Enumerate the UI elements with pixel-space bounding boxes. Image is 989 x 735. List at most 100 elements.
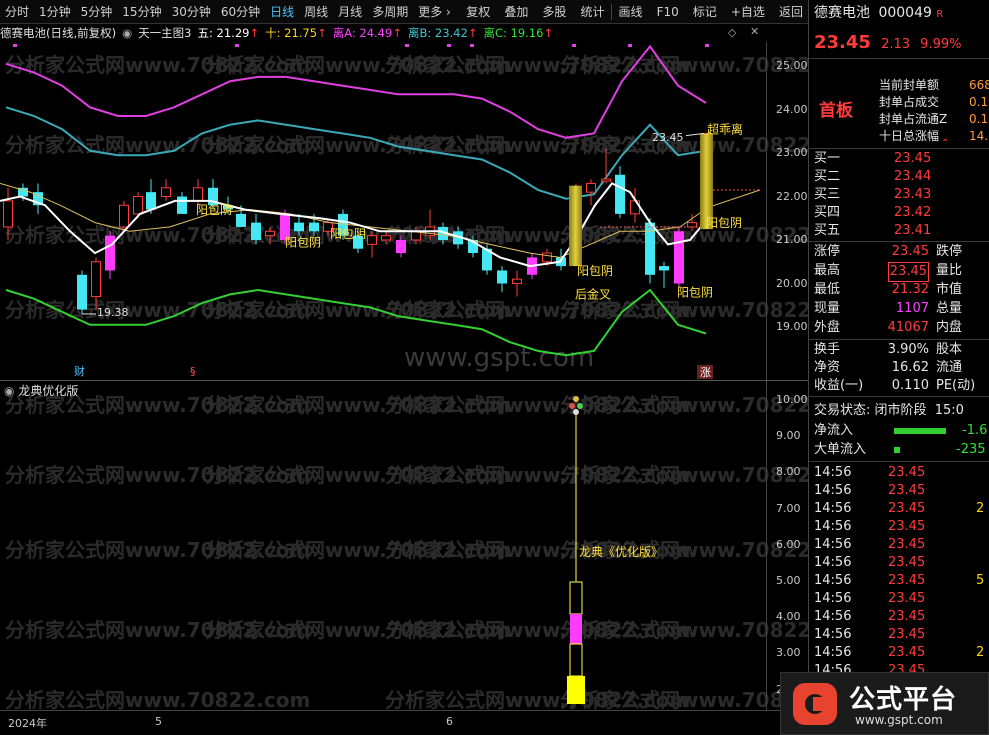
close-icon[interactable]: ✕ xyxy=(750,25,759,38)
tick-price: 23.45 xyxy=(888,501,926,516)
period-tab-1[interactable]: 1分钟 xyxy=(34,0,76,24)
stat-label: 最低 xyxy=(814,282,841,297)
order-book-row[interactable]: 买二 23.44 xyxy=(814,168,989,186)
main-candlestick-chart[interactable]: 分析家公式网www.70822.com分析家公式网www.70822.com分析… xyxy=(0,42,808,380)
event-marker: § xyxy=(190,365,196,378)
sub-indicator-chart[interactable]: 分析家公式网www.70822.com 分析家公式网www.70822.com 分析… xyxy=(0,382,808,710)
signal-dot-icon xyxy=(573,396,579,402)
order-book-row[interactable]: 买四 23.42 xyxy=(814,204,989,222)
signal-dot xyxy=(628,44,632,47)
trade-state: 闭市阶段 xyxy=(874,403,927,418)
tick-row: 14:56 23.45 xyxy=(814,464,989,482)
candle-body xyxy=(674,231,684,284)
signal-dot xyxy=(235,44,239,47)
tick-row: 14:56 23.45 5 xyxy=(814,572,989,590)
candle-body xyxy=(367,235,377,245)
stats2-row: 收益(一) 0.110 PE(动) xyxy=(814,377,989,395)
stats-row: 最高 23.45 量比 xyxy=(814,262,989,282)
indicator-dropdown-icon[interactable]: ◉ xyxy=(122,26,132,40)
stock-header: 德赛电池 000049 R xyxy=(814,4,989,22)
logo-mark-icon xyxy=(793,683,837,725)
toolbar-button-7[interactable]: +自选 xyxy=(726,0,770,24)
period-tab-6[interactable]: 日线 xyxy=(265,0,299,24)
net-inflow-row: 净流入 -1.6 xyxy=(814,422,989,440)
stat-label-2: PE(动) xyxy=(936,378,976,393)
price-row: 23.45 2.13 9.99% xyxy=(814,31,989,55)
tick-row: 14:56 23.45 xyxy=(814,482,989,500)
toolbar-button-3[interactable]: 统计 xyxy=(575,0,609,24)
seal-label: 十日总涨幅 xyxy=(879,129,940,143)
up-arrow-icon: ↑ xyxy=(317,26,327,40)
toolbar-button-6[interactable]: 标记 xyxy=(688,0,722,24)
candle-body xyxy=(161,187,171,198)
tick-time: 14:56 xyxy=(814,573,852,588)
sub-y-tick: 7.00 xyxy=(776,501,801,515)
period-tab-8[interactable]: 月线 xyxy=(333,0,367,24)
period-tab-4[interactable]: 30分钟 xyxy=(167,0,216,24)
diamond-icon[interactable]: ◇ xyxy=(728,26,736,39)
order-book-label: 买四 xyxy=(814,205,841,220)
period-tab-0[interactable]: 分时 xyxy=(0,0,34,24)
tick-row: 14:56 23.45 xyxy=(814,554,989,572)
up-arrow-icon: ↑ xyxy=(467,26,478,40)
period-tab-2[interactable]: 5分钟 xyxy=(76,0,118,24)
stock-title: 德赛电池(日线,前复权) xyxy=(0,26,117,40)
tick-time: 14:56 xyxy=(814,465,852,480)
watermark-text: 分析家公式网www.70822.com xyxy=(560,618,808,642)
seal-info-row: 十日总涨幅 14.5 xyxy=(879,127,989,145)
toolbar-button-0[interactable]: 复权 xyxy=(461,0,495,24)
li-c-value: 离C: 19.16 xyxy=(483,26,544,40)
candle-body xyxy=(105,235,115,271)
toolbar-button-8[interactable]: 返回 xyxy=(774,0,808,24)
toolbar-button-2[interactable]: 多股 xyxy=(537,0,571,24)
stat-label-2: 内盘 xyxy=(936,320,963,335)
indicator-name[interactable]: 天一主图3 xyxy=(138,25,191,41)
net-inflow-bar xyxy=(894,428,946,434)
stat-label: 外盘 xyxy=(814,320,841,335)
period-tab-9[interactable]: 多周期 xyxy=(367,0,413,24)
signal-dot-icon xyxy=(569,403,575,409)
signal-pillar xyxy=(569,185,582,267)
order-book-row[interactable]: 买五 23.41 xyxy=(814,222,989,240)
main-y-tick: 23.00 xyxy=(776,146,808,159)
trade-state-row: 交易状态: 闭市阶段 15:0 xyxy=(814,402,989,420)
toolbar-button-1[interactable]: 叠加 xyxy=(499,0,533,24)
tick-time: 14:56 xyxy=(814,555,852,570)
big-inflow-label: 大单流入 xyxy=(814,442,867,457)
seal-value: 14.5 xyxy=(969,129,989,143)
candle-body xyxy=(146,192,156,210)
tick-row: 14:56 23.45 xyxy=(814,626,989,644)
stat-value: 3.90% xyxy=(887,342,929,357)
stat-value: 21.32 xyxy=(891,282,929,297)
up-arrow-icon: ↑ xyxy=(392,26,402,40)
big-inflow-row: 大单流入 -235 xyxy=(814,441,989,459)
net-inflow-value: -1.6 xyxy=(962,423,988,438)
pattern-annotation: 阳包阴 xyxy=(706,216,742,230)
time-label-june: 6 xyxy=(446,715,453,728)
stat-label-2: 市值 xyxy=(936,282,963,297)
candle-body xyxy=(294,222,304,232)
order-book-row[interactable]: 买一 23.45 xyxy=(814,150,989,168)
order-book-price: 23.43 xyxy=(894,187,932,202)
period-tab-3[interactable]: 15分钟 xyxy=(117,0,166,24)
indicator-bar xyxy=(570,614,582,644)
period-tab-7[interactable]: 周线 xyxy=(299,0,333,24)
main-y-tick: 25.00 xyxy=(776,59,808,72)
toolbar-button-4[interactable]: 画线 xyxy=(614,0,648,24)
period-tab-5[interactable]: 60分钟 xyxy=(216,0,265,24)
sub-y-tick: 9.00 xyxy=(776,429,801,443)
tick-price: 23.45 xyxy=(888,609,926,624)
sub-y-tick: 3.00 xyxy=(776,646,801,660)
toolbar-button-5[interactable]: F10 xyxy=(652,0,684,24)
time-label-year: 2024年 xyxy=(8,717,47,730)
candle-body xyxy=(601,178,611,182)
up-arrow-icon: ↑ xyxy=(249,26,260,40)
order-book-row[interactable]: 买三 23.43 xyxy=(814,186,989,204)
signal-dot xyxy=(470,44,474,47)
period-tab-10[interactable]: 更多 › xyxy=(413,0,456,24)
seal-value: 0.19 xyxy=(969,95,989,109)
seal-info-row: 封单占流通Z 0.1 xyxy=(879,110,989,128)
tick-row: 14:56 23.45 xyxy=(814,518,989,536)
candle-body xyxy=(119,204,129,228)
indicator-info-bar: 德赛电池(日线,前复权) ◉ 天一主图3 五: 21.29 ↑ 十: 21.75… xyxy=(0,24,770,42)
